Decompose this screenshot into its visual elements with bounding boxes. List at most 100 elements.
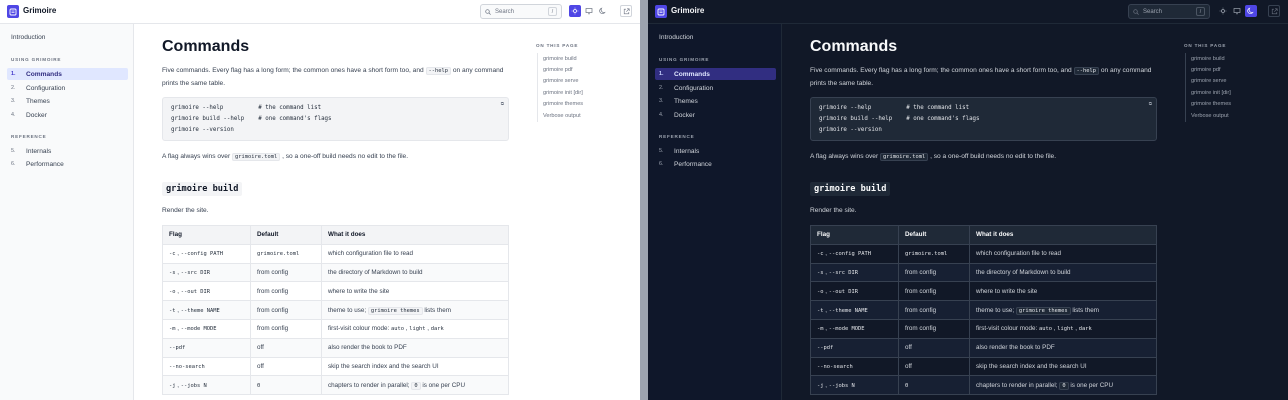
default-value: off [257,362,264,370]
dark-theme-icon[interactable] [1245,5,1257,17]
flag-short: -s [817,269,824,276]
theme-switcher [1217,5,1259,17]
toc-item[interactable]: grimoire init [dir] [538,87,627,98]
sidebar-item-internals[interactable]: 5. Internals [655,145,776,157]
sidebar-item-docker[interactable]: 4. Docker [655,109,776,121]
grimoire-logo-icon[interactable] [7,5,19,18]
flag-short: -t [817,307,824,314]
search-placeholder: Search [1143,8,1163,15]
sidebar-item-number: 3. [11,98,16,104]
search-placeholder: Search [495,8,515,15]
section-heading: grimoire build [162,182,243,196]
flags-table: Flag Default What it does -c , --config … [810,225,1157,396]
app-name[interactable]: Grimoire [671,6,704,15]
dark-theme-icon[interactable] [597,5,609,17]
toc-item[interactable]: grimoire themes [1186,99,1275,110]
system-theme-icon[interactable] [1231,5,1243,17]
main-content: Commands Five commands. Every flag has a… [162,24,509,400]
sidebar-item-configuration[interactable]: 2. Configuration [7,82,128,94]
flag-long: --jobs N [828,382,855,389]
sidebar-item-commands[interactable]: 1. Commands [655,68,776,80]
table-row: --pdf off also render the book to PDF [162,337,509,358]
default-value: grimoire.toml [905,251,948,258]
toc-item[interactable]: Verbose output [1186,110,1275,121]
main-content: Commands Five commands. Every flag has a… [810,24,1157,400]
toc-item[interactable]: grimoire build [538,53,627,64]
description-cell: chapters to render in parallel; 0 is one… [969,375,1157,396]
flag-cell: -j , --jobs N [810,375,899,396]
sidebar-item-introduction[interactable]: Introduction [659,34,693,41]
description-cell: also render the book to PDF [321,337,509,358]
toc-item[interactable]: grimoire pdf [538,64,627,75]
search-input[interactable]: Search / [1128,4,1210,19]
inline-code: grimoire.toml [880,153,929,161]
sidebar-item-docker[interactable]: 4. Docker [7,109,128,121]
default-cell: from config [898,318,970,339]
sidebar-item-themes[interactable]: 3. Themes [7,95,128,107]
flag-long: --no-search [169,363,205,370]
sidebar-item-label: Themes [26,97,50,105]
flag-short: -o [169,288,176,295]
flag-cell: -t , --theme NAME [162,300,251,320]
flag-cell: --pdf [810,337,899,358]
sidebar-item-number: 5. [659,148,664,154]
description-text: chapters to render in parallel; [976,381,1058,389]
light-theme-icon[interactable] [1217,5,1229,17]
mode-value: auto [391,326,404,333]
sidebar-item-number: 4. [659,112,664,118]
description-text: where to write the site [328,287,390,295]
default-cell: from config [250,281,322,302]
theme-switcher [569,5,611,17]
description-text: also render the book to PDF [976,344,1055,352]
grimoire-logo-icon[interactable] [655,5,667,18]
sidebar: Introduction Using Grimoire 1. Commands 2… [0,24,134,400]
flag-short: -j [817,382,824,389]
inline-code: 0 [411,381,421,390]
flag-long: --jobs N [180,382,207,389]
toc-item[interactable]: grimoire serve [538,76,627,87]
sidebar-item-commands[interactable]: 1. Commands [7,68,128,80]
flag-long: --config PATH [828,251,871,258]
toc-item[interactable]: grimoire build [1186,53,1275,64]
toc-item[interactable]: Verbose output [538,110,627,121]
app-name[interactable]: Grimoire [23,6,56,15]
default-value: off [905,344,912,352]
toc-item[interactable]: grimoire serve [1186,76,1275,87]
copy-icon[interactable]: ⧉ [501,101,504,106]
description-text: first-visit colour mode: [328,325,390,333]
search-input[interactable]: Search / [480,4,562,19]
flags-table: Flag Default What it does -c , --config … [162,225,509,396]
table-row: -m , --mode MODE from config first-visit c… [162,318,509,339]
flag-long: --no-search [817,363,853,370]
sidebar-item-label: Commands [674,70,710,78]
sidebar-item-performance[interactable]: 6. Performance [655,158,776,170]
flag-long: --pdf [169,345,186,352]
table-row: -o , --out DIR from config where to write … [162,281,509,302]
on-this-page: On this page grimoire build grimoire pdf g… [536,43,636,122]
table-row: --pdf off also render the book to PDF [810,337,1157,358]
external-link-icon[interactable] [1268,5,1280,17]
page-title: Commands [162,38,250,55]
code-line: grimoire --help # the command list [819,105,970,111]
toc-item[interactable]: grimoire themes [538,99,627,110]
light-theme-icon[interactable] [569,5,581,17]
default-cell: 0 [898,375,970,396]
column-header: Flag [810,225,899,245]
sidebar-item-configuration[interactable]: 2. Configuration [655,82,776,94]
sidebar-item-introduction[interactable]: Introduction [11,34,45,41]
toc-item[interactable]: grimoire init [dir] [1186,87,1275,98]
description-text: theme to use; [976,306,1015,314]
sidebar-item-themes[interactable]: 3. Themes [655,95,776,107]
sidebar-item-performance[interactable]: 6. Performance [7,158,128,170]
toc-heading: On this page [1184,43,1227,48]
default-value: 0 [257,382,261,389]
toc-item[interactable]: grimoire pdf [1186,64,1275,75]
external-link-icon[interactable] [620,5,632,17]
intro-paragraph: Five commands. Every flag has a long for… [810,65,1157,90]
description-text: which configuration file to read [328,250,414,258]
system-theme-icon[interactable] [583,5,595,17]
default-cell: grimoire.toml [898,243,970,264]
copy-icon[interactable]: ⧉ [1149,101,1152,106]
sidebar-section-title: Reference [659,134,695,139]
sidebar-item-internals[interactable]: 5. Internals [7,145,128,157]
